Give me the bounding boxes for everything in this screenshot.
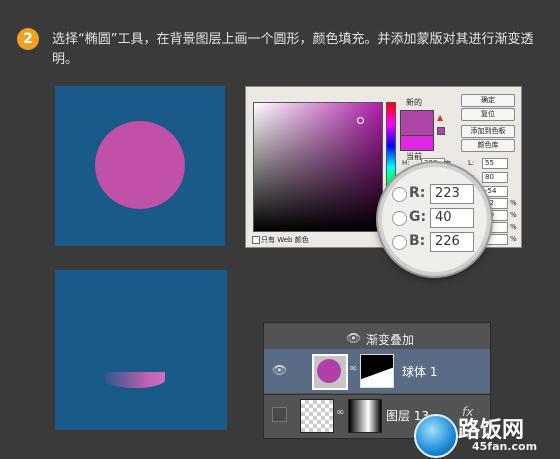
web-only-label: 只有 Web 颜色 xyxy=(261,236,309,244)
layer-row-selected[interactable]: 👁 ∞ 球体 1 xyxy=(264,349,490,393)
effect-row[interactable]: 👁 渐变叠加 xyxy=(264,329,490,347)
effect-visibility-eye-icon[interactable]: 👁 xyxy=(346,331,361,345)
layer-thumbnail[interactable] xyxy=(312,354,348,390)
reset-button[interactable]: 复位 xyxy=(461,108,515,121)
green-field[interactable]: 40 xyxy=(430,208,474,228)
hue-label: H: xyxy=(402,159,410,167)
blue-radio[interactable] xyxy=(392,235,407,250)
gradient-faded-circle xyxy=(105,372,165,388)
current-color-swatch[interactable] xyxy=(400,135,434,151)
step-instruction: 选择“椭圆”工具，在背景图层上画一个圆形，颜色填充。并添加蒙版对其进行渐变透明。 xyxy=(52,32,534,67)
layer-13-thumbnail[interactable] xyxy=(300,399,334,433)
web-only-checkbox[interactable] xyxy=(252,236,260,244)
new-color-label: 新的 xyxy=(406,98,422,107)
chain-link-icon[interactable]: ∞ xyxy=(349,363,357,374)
layer-thumbnail-circle xyxy=(317,359,341,383)
blue-label: B: xyxy=(409,233,426,249)
color-libraries-button[interactable]: 颜色库 xyxy=(461,139,515,152)
web-safe-cube-icon[interactable] xyxy=(437,127,445,135)
lab-a-field[interactable]: 80 xyxy=(482,172,508,183)
yellow-unit: % xyxy=(510,223,517,231)
canvas-preview-bottom xyxy=(55,270,227,430)
lab-l-label: L: xyxy=(468,159,475,167)
red-label: R: xyxy=(409,185,426,201)
black-unit: % xyxy=(510,235,517,243)
mask-thumbnail[interactable] xyxy=(360,354,394,388)
green-label: G: xyxy=(409,209,427,225)
site-watermark: 路饭网 45fan.com xyxy=(410,408,558,458)
watermark-url: 45fan.com xyxy=(472,440,538,453)
green-radio[interactable] xyxy=(392,211,407,226)
purple-circle xyxy=(95,121,185,209)
gamut-warning-icon[interactable]: ▲ xyxy=(437,113,443,122)
layer-13-mask-thumbnail[interactable] xyxy=(348,399,382,433)
lab-l-field[interactable]: 55 xyxy=(482,158,508,169)
globe-logo-icon xyxy=(414,414,458,458)
red-field[interactable]: 223 xyxy=(430,184,474,204)
new-color-swatch xyxy=(400,110,434,137)
gradient-overlay-label: 渐变叠加 xyxy=(366,333,415,347)
layer-visibility-eye-icon[interactable]: 👁 xyxy=(272,363,287,377)
canvas-preview-top xyxy=(55,86,225,246)
blue-field[interactable]: 226 xyxy=(430,232,474,252)
red-radio[interactable] xyxy=(392,187,407,202)
layer-visibility-toggle[interactable] xyxy=(272,407,287,422)
step-number-badge: 2 xyxy=(17,28,39,50)
chain-link-icon[interactable]: ∞ xyxy=(336,407,344,418)
add-to-swatches-button[interactable]: 添加到色板 xyxy=(461,125,515,138)
ok-button[interactable]: 确定 xyxy=(461,94,515,107)
magenta-unit: % xyxy=(510,211,517,219)
color-selector-ring[interactable] xyxy=(357,117,364,124)
layer-name-ball[interactable]: 球体 1 xyxy=(402,363,437,380)
cyan-unit: % xyxy=(510,199,517,207)
rgb-magnifier: R: 223 G: 40 B: 226 xyxy=(378,163,491,276)
color-field[interactable] xyxy=(253,102,383,232)
